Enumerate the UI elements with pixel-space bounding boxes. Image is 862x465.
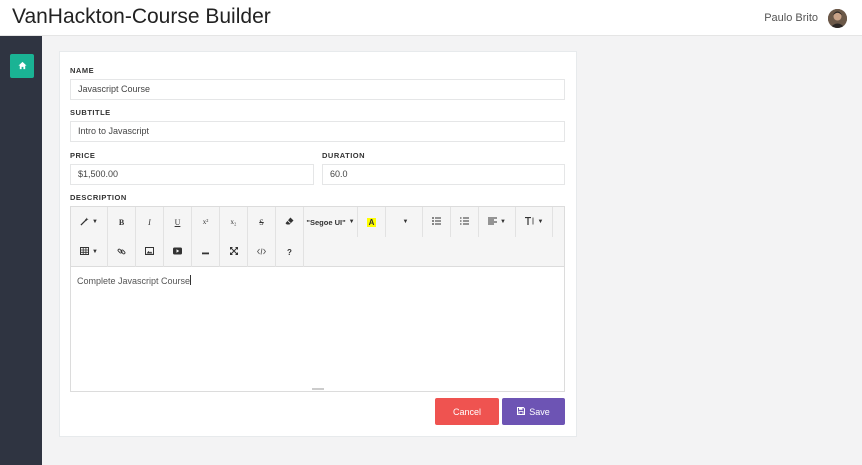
font-family-dropdown[interactable]: "Segoe UI" ▼: [304, 207, 358, 237]
cancel-button[interactable]: Cancel: [435, 398, 499, 425]
chevron-down-icon: ▼: [537, 219, 544, 225]
duration-field[interactable]: 60.0: [322, 164, 565, 185]
link-button[interactable]: [108, 237, 136, 267]
minus-icon: [202, 248, 209, 257]
app-title: VanHackton-Course Builder: [12, 5, 271, 28]
name-field[interactable]: Javascript Course: [70, 79, 565, 100]
price-label: PRICE: [70, 151, 96, 160]
description-text-area[interactable]: Complete Javascript Course: [71, 268, 564, 391]
price-field[interactable]: $1,500.00: [70, 164, 314, 185]
subscript-button[interactable]: x₂: [220, 207, 248, 237]
floppy-disk-icon: [517, 406, 529, 417]
italic-button[interactable]: I: [136, 207, 164, 237]
sidebar: [0, 36, 42, 465]
save-button[interactable]: Save: [502, 398, 565, 425]
description-editor: ▼ B I U x² x₂ S "Segoe UI" ▼ A ▼ ▼ ▼ ▼ ?…: [70, 206, 565, 392]
chevron-down-icon: ▼: [402, 219, 409, 225]
home-icon: [17, 57, 27, 75]
video-icon: [173, 247, 182, 257]
chevron-down-icon: ▼: [500, 219, 506, 225]
subtitle-field[interactable]: Intro to Javascript: [70, 121, 565, 142]
fullscreen-button[interactable]: [220, 237, 248, 267]
table-dropdown-button[interactable]: ▼: [71, 237, 108, 267]
magic-style-button[interactable]: ▼: [71, 207, 108, 237]
description-label: DESCRIPTION: [70, 193, 127, 202]
user-name[interactable]: Paulo Brito: [764, 12, 818, 24]
font-family-value: "Segoe UI": [306, 217, 346, 227]
top-navbar: VanHackton-Course Builder Paulo Brito: [0, 0, 862, 36]
toolbar-row-1: ▼ B I U x² x₂ S "Segoe UI" ▼ A ▼ ▼ ▼: [71, 207, 553, 237]
chevron-down-icon: ▼: [92, 249, 98, 255]
picture-icon: [145, 247, 154, 257]
bold-button[interactable]: B: [108, 207, 136, 237]
strikethrough-button[interactable]: S: [248, 207, 276, 237]
numbered-list-icon: [460, 217, 469, 227]
toolbar-row-2: ▼ ?: [71, 237, 304, 267]
color-dropdown-button[interactable]: ▼: [386, 207, 423, 237]
editor-toolbar: ▼ B I U x² x₂ S "Segoe UI" ▼ A ▼ ▼ ▼ ▼ ?: [71, 207, 564, 267]
code-view-button[interactable]: [248, 237, 276, 267]
superscript-button[interactable]: x²: [192, 207, 220, 237]
chevron-down-icon: ▼: [348, 219, 355, 225]
cancel-button-label: Cancel: [452, 406, 481, 417]
avatar[interactable]: [828, 9, 847, 28]
expand-icon: [229, 247, 238, 257]
horizontal-rule-button[interactable]: [192, 237, 220, 267]
link-icon: [117, 247, 126, 258]
text-cursor: [190, 275, 192, 285]
sidebar-item-home[interactable]: [10, 54, 34, 78]
table-icon: [80, 247, 90, 257]
code-icon: [256, 247, 267, 257]
text-height-dropdown[interactable]: ▼: [516, 207, 553, 237]
underline-button[interactable]: U: [164, 207, 192, 237]
paragraph-align-dropdown[interactable]: ▼: [479, 207, 516, 237]
align-left-icon: [488, 217, 498, 227]
bullet-list-icon: [432, 217, 441, 227]
name-label: NAME: [70, 66, 95, 75]
image-button[interactable]: [136, 237, 164, 267]
ordered-list-button[interactable]: [451, 207, 479, 237]
text-color-button[interactable]: A: [358, 207, 386, 237]
video-button[interactable]: [164, 237, 192, 267]
unordered-list-button[interactable]: [423, 207, 451, 237]
help-button[interactable]: ?: [276, 237, 304, 267]
duration-label: DURATION: [322, 151, 366, 160]
save-button-label: Save: [529, 406, 550, 417]
editor-resize-handle[interactable]: [312, 388, 324, 390]
eraser-button[interactable]: [276, 207, 304, 237]
description-content: Complete Javascript Course: [77, 276, 191, 286]
magic-wand-icon: [80, 216, 89, 228]
text-color-icon: A: [366, 217, 377, 227]
subtitle-label: SUBTITLE: [70, 108, 111, 117]
text-height-icon: [524, 216, 535, 227]
eraser-icon: [285, 217, 294, 227]
chevron-down-icon: ▼: [92, 219, 98, 225]
